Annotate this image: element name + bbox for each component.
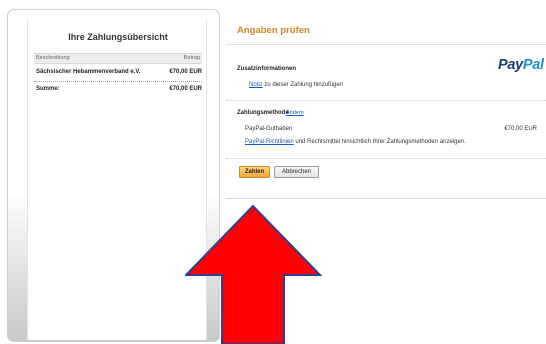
balance-label: PayPal-Guthaben — [245, 126, 293, 132]
paypal-logo-part1: Pay — [498, 57, 523, 73]
summary-table-header: Beschreibung Betrag — [34, 53, 202, 64]
divider — [226, 100, 546, 101]
divider — [226, 44, 546, 45]
total-label: Summe: — [36, 86, 60, 92]
policy-text: und Rechtsmittel hinsichtlich Ihrer Zahl… — [293, 139, 466, 145]
item-amount: €70,00 EUR — [169, 69, 202, 75]
paypal-logo: PayPal — [498, 57, 544, 73]
total-amount: €70,00 EUR — [169, 86, 202, 92]
divider — [226, 198, 546, 199]
item-description: Sächsischer Hebammenverband e.V. — [36, 69, 141, 75]
header-amount: Betrag — [183, 55, 200, 61]
header-description: Beschreibung — [36, 55, 70, 61]
summary-item-row: Sächsischer Hebammenverband e.V. €70,00 … — [36, 69, 202, 79]
policy-link[interactable]: PayPal-Richtlinien — [245, 139, 294, 145]
pay-button[interactable]: Zahlen — [239, 166, 270, 178]
summary-total-row: Summe: €70,00 EUR — [36, 86, 202, 96]
review-title: Angaben prüfen — [237, 25, 310, 36]
paypal-logo-part2: Pal — [522, 57, 544, 73]
additional-info-label: Zusatzinformationen — [237, 66, 297, 72]
payment-summary-card: Ihre Zahlungsübersicht Beschreibung Betr… — [27, 20, 207, 340]
cancel-button[interactable]: Abbrechen — [274, 166, 319, 178]
divider — [226, 158, 546, 159]
arrow-shape — [185, 205, 322, 344]
payment-method-label: Zahlungsmethode — [237, 110, 289, 116]
note-link[interactable]: Notiz — [249, 82, 263, 88]
red-arrow-annotation — [185, 205, 322, 344]
note-text: zu dieser Zahlung hinzufügen — [262, 82, 344, 88]
summary-title: Ihre Zahlungsübersicht — [68, 32, 168, 42]
change-payment-method-link[interactable]: Ändern — [286, 110, 304, 116]
policy-line: PayPal-Richtlinien und Rechtsmittel hins… — [245, 139, 466, 145]
note-line: Notiz zu dieser Zahlung hinzufügen — [249, 82, 343, 88]
summary-divider — [34, 81, 202, 82]
balance-amount: €70,00 EUR — [504, 126, 537, 132]
